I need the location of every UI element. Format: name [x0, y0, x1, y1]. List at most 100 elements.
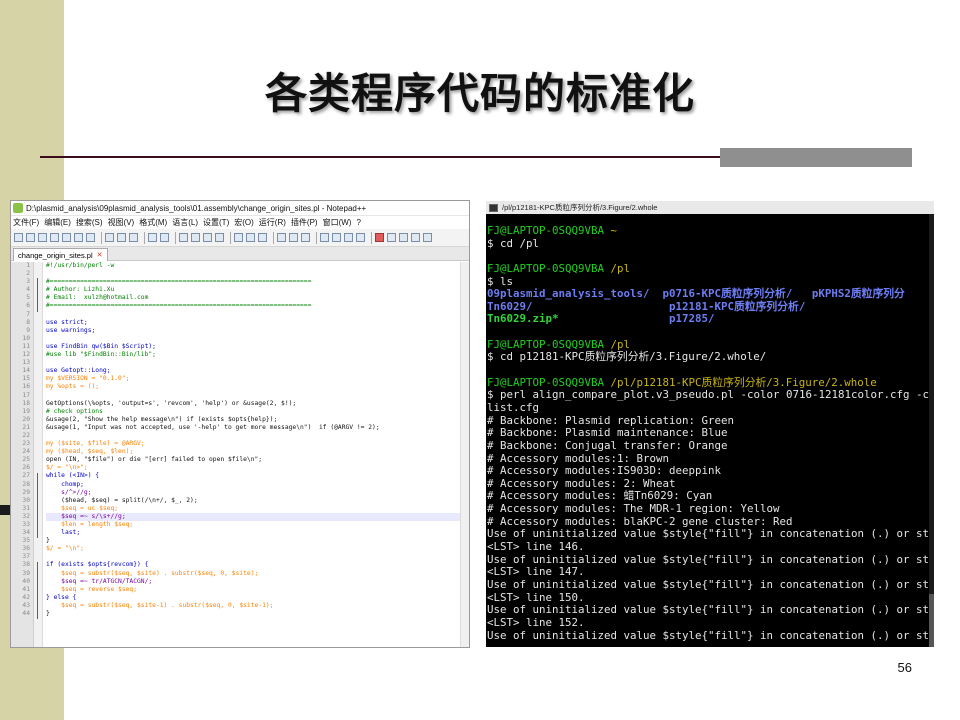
terminal-text: <LST> line 150. — [487, 590, 585, 604]
code-line: #=======================================… — [46, 302, 312, 310]
menu-item[interactable]: 语言(L) — [172, 217, 198, 228]
toolbar-button-icon[interactable] — [320, 233, 329, 242]
toolbar-button-icon[interactable] — [387, 233, 396, 242]
fold-margin — [34, 262, 43, 647]
toolbar-button-icon[interactable] — [344, 233, 353, 242]
toolbar-button-icon[interactable] — [62, 233, 71, 242]
terminal-line: FJ@LAPTOP-0SQQ9VBA /pl — [487, 261, 934, 276]
menu-item[interactable]: 文件(F) — [13, 217, 39, 228]
menu-item[interactable]: 宏(O) — [234, 217, 254, 228]
file-tab[interactable]: change_origin_sites.pl ✕ — [13, 248, 108, 261]
menu-item[interactable]: ? — [356, 218, 360, 227]
toolbar-button-icon[interactable] — [332, 233, 341, 242]
menu-item[interactable]: 编辑(E) — [44, 217, 71, 228]
menu-item[interactable]: 窗口(W) — [323, 217, 352, 228]
fold-marker — [37, 278, 38, 312]
line-number: 26 — [22, 464, 30, 472]
code-line: } — [46, 537, 50, 545]
toolbar-button-icon[interactable] — [289, 233, 298, 242]
toolbar-button-icon[interactable] — [160, 233, 169, 242]
line-number: 15 — [22, 375, 30, 383]
terminal-text: # Backbone: Conjugal transfer: Orange — [487, 438, 728, 452]
line-number: 6 — [26, 302, 30, 310]
page-number: 56 — [897, 660, 912, 675]
toolbar-button-icon[interactable] — [38, 233, 47, 242]
code-line: #=======================================… — [46, 278, 312, 286]
line-number: 20 — [22, 415, 30, 423]
terminal-text: pKPHS2质粒序列分 — [811, 287, 905, 301]
vertical-scrollbar[interactable] — [460, 262, 469, 647]
terminal-text: # Backbone: Plasmid replication: Green — [487, 413, 735, 427]
toolbar-button-icon[interactable] — [375, 233, 384, 242]
toolbar-separator — [230, 231, 231, 244]
terminal-text: # Accessory modules: 蜡Tn6029: Cyan — [487, 489, 713, 503]
terminal-text: FJ@LAPTOP-0SQQ9VBA — [487, 261, 605, 275]
terminal-output[interactable]: FJ@LAPTOP-0SQQ9VBA ~ $ cd /pl FJ@LAPTOP-0S… — [486, 214, 934, 642]
toolbar-button-icon[interactable] — [301, 233, 310, 242]
terminal-text: ~ — [604, 224, 618, 237]
line-number: 38 — [22, 561, 30, 569]
terminal-text: <LST> line 146. — [487, 540, 585, 554]
toolbar-separator — [175, 231, 176, 244]
menu-item[interactable]: 插件(P) — [291, 217, 318, 228]
code-line: #!/usr/bin/perl -w — [46, 262, 115, 269]
toolbar-button-icon[interactable] — [86, 233, 95, 242]
code-line: use warnings; — [46, 326, 96, 334]
toolbar-button-icon[interactable] — [399, 233, 408, 242]
toolbar-button-icon[interactable] — [215, 233, 224, 242]
toolbar-button-icon[interactable] — [246, 233, 255, 242]
line-number: 16 — [22, 383, 30, 391]
line-number: 33 — [22, 521, 30, 528]
toolbar-button-icon[interactable] — [179, 233, 188, 242]
line-number: 31 — [22, 504, 30, 512]
terminal-text: # Accessory modules: blaKPC-2 gene clust… — [487, 514, 793, 528]
terminal-text: # Accessory modules: 2: Wheat — [487, 476, 676, 490]
line-number: 19 — [22, 407, 30, 415]
toolbar-button-icon[interactable] — [356, 233, 365, 242]
fold-marker — [37, 562, 38, 619]
code-line: $/ = "\n>"; — [46, 464, 88, 472]
menu-item[interactable]: 搜索(S) — [76, 217, 103, 228]
toolbar-button-icon[interactable] — [258, 233, 267, 242]
close-icon[interactable]: ✕ — [97, 251, 103, 259]
terminal-icon — [489, 203, 498, 212]
toolbar-button-icon[interactable] — [191, 233, 200, 242]
toolbar-button-icon[interactable] — [26, 233, 35, 242]
toolbar-button-icon[interactable] — [423, 233, 432, 242]
menu-item[interactable]: 视图(V) — [108, 217, 135, 228]
terminal-scroll-thumb[interactable] — [929, 594, 934, 647]
toolbar-button-icon[interactable] — [14, 233, 23, 242]
terminal-scrollbar[interactable] — [929, 214, 934, 647]
toolbar-button-icon[interactable] — [234, 233, 243, 242]
toolbar-separator — [316, 231, 317, 244]
terminal-text: Use of uninitialized value $style{"fill"… — [487, 527, 930, 541]
terminal-window: /pl/p12181-KPC质粒序列分析/3.Figure/2.whole FJ… — [486, 201, 934, 647]
terminal-text: list.cfg — [487, 400, 540, 414]
toolbar-button-icon[interactable] — [148, 233, 157, 242]
toolbar-button-icon[interactable] — [74, 233, 83, 242]
code-line: $seq = uc $seq; — [46, 504, 119, 512]
notepadpp-app-icon — [13, 203, 23, 213]
line-number: 2 — [26, 270, 30, 278]
menu-item[interactable]: 设置(T) — [203, 217, 229, 228]
toolbar-button-icon[interactable] — [117, 233, 126, 242]
terminal-text: $ cd /pl — [487, 236, 540, 250]
toolbar-button-icon[interactable] — [105, 233, 114, 242]
toolbar-button-icon[interactable] — [203, 233, 212, 242]
code-line: # check options — [46, 407, 103, 415]
toolbar-button-icon[interactable] — [277, 233, 286, 242]
line-number: 29 — [22, 488, 30, 496]
line-number: 7 — [26, 310, 30, 318]
terminal-line: $ perl align_compare_plot.v3_pseudo.pl -… — [487, 389, 934, 402]
terminal-text: FJ@LAPTOP-0SQQ9VBA — [487, 375, 605, 389]
code-editor[interactable]: 1 2 3 4 5 6 7 8 9 10 11 12 13 14 15 16 17 18 19 20 21 22 23 24 2… — [11, 262, 469, 647]
toolbar-button-icon[interactable] — [50, 233, 59, 242]
toolbar-button-icon[interactable] — [129, 233, 138, 242]
menu-item[interactable]: 运行(R) — [259, 217, 286, 228]
code-line: $seq =~ s/\s+//g; — [46, 512, 469, 521]
code-line: } — [46, 610, 50, 618]
line-number: 44 — [22, 610, 30, 618]
menu-item[interactable]: 格式(M) — [139, 217, 167, 228]
toolbar-button-icon[interactable] — [411, 233, 420, 242]
